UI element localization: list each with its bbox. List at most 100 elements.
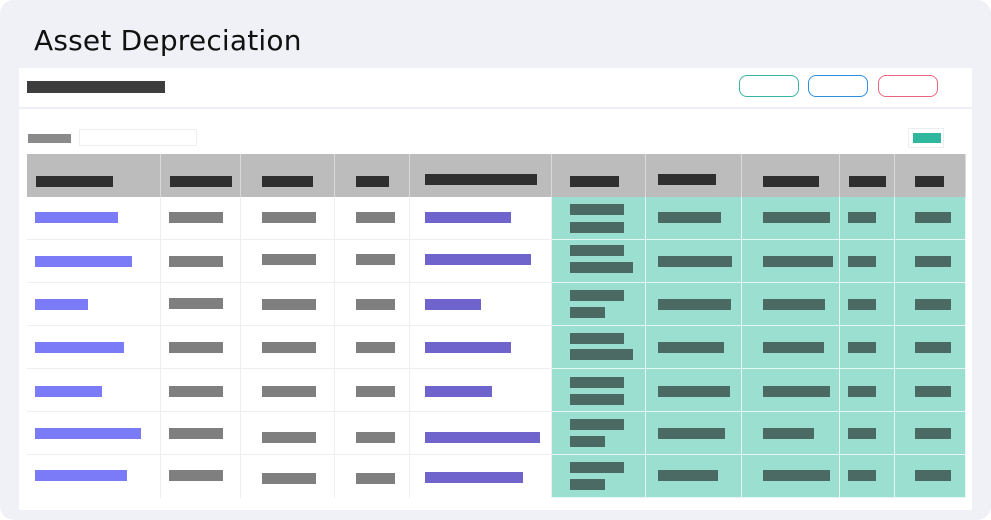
highlight-cell bbox=[645, 368, 742, 412]
table-cell bbox=[240, 368, 335, 412]
column-header[interactable] bbox=[645, 154, 742, 197]
highlight-cell bbox=[645, 454, 742, 498]
red-outline-button[interactable] bbox=[878, 75, 938, 97]
highlight-cell bbox=[839, 197, 895, 240]
table-cell bbox=[160, 368, 241, 412]
highlight-cell bbox=[894, 239, 966, 283]
table-row bbox=[27, 325, 966, 369]
highlight-cell bbox=[741, 282, 840, 326]
table-cell bbox=[160, 325, 241, 369]
highlight-cell bbox=[894, 411, 966, 455]
table-cell bbox=[240, 282, 335, 326]
column-header[interactable] bbox=[27, 154, 161, 197]
asset-link-cell[interactable] bbox=[27, 239, 161, 283]
highlight-cell bbox=[551, 368, 646, 412]
table-cell bbox=[240, 411, 335, 455]
highlight-cell bbox=[741, 239, 840, 283]
search-input[interactable] bbox=[79, 129, 197, 146]
highlight-cell bbox=[551, 411, 646, 455]
highlight-cell bbox=[741, 454, 840, 498]
highlight-cell bbox=[839, 368, 895, 412]
column-header[interactable] bbox=[409, 154, 552, 197]
table-cell bbox=[240, 239, 335, 283]
highlight-cell bbox=[551, 325, 646, 369]
panel-heading-placeholder bbox=[27, 81, 165, 93]
table-row bbox=[27, 454, 966, 498]
highlight-cell bbox=[551, 239, 646, 283]
teal-outline-button[interactable] bbox=[739, 75, 799, 97]
asset-link-cell[interactable] bbox=[27, 325, 161, 369]
highlight-cell bbox=[894, 368, 966, 412]
asset-link-cell[interactable] bbox=[27, 454, 161, 498]
table-cell bbox=[160, 411, 241, 455]
table-cell bbox=[334, 411, 410, 455]
table-cell bbox=[334, 368, 410, 412]
secondary-link-cell[interactable] bbox=[409, 325, 552, 369]
highlight-cell bbox=[551, 197, 646, 240]
asset-link-cell[interactable] bbox=[27, 411, 161, 455]
secondary-link-cell[interactable] bbox=[409, 239, 552, 283]
asset-link-cell[interactable] bbox=[27, 282, 161, 326]
secondary-link-cell[interactable] bbox=[409, 282, 552, 326]
highlight-cell bbox=[645, 282, 742, 326]
table-row bbox=[27, 239, 966, 283]
search-label-placeholder bbox=[28, 134, 71, 143]
add-button[interactable] bbox=[908, 128, 944, 148]
add-button-fill bbox=[913, 133, 941, 143]
table-cell bbox=[160, 239, 241, 283]
highlight-cell bbox=[894, 454, 966, 498]
table-cell bbox=[240, 454, 335, 498]
table-cell bbox=[334, 454, 410, 498]
table-row bbox=[27, 197, 966, 240]
table-row bbox=[27, 411, 966, 455]
content-panel bbox=[19, 68, 972, 510]
highlight-cell bbox=[741, 411, 840, 455]
secondary-link-cell[interactable] bbox=[409, 454, 552, 498]
highlight-cell bbox=[894, 325, 966, 369]
column-header[interactable] bbox=[334, 154, 410, 197]
table-cell bbox=[334, 197, 410, 240]
table-cell bbox=[334, 239, 410, 283]
table-cell bbox=[334, 282, 410, 326]
table-cell bbox=[160, 282, 241, 326]
highlight-cell bbox=[839, 282, 895, 326]
highlight-cell bbox=[894, 282, 966, 326]
highlight-cell bbox=[645, 325, 742, 369]
table-cell bbox=[160, 454, 241, 498]
highlight-cell bbox=[741, 368, 840, 412]
column-header[interactable] bbox=[160, 154, 241, 197]
asset-link-cell[interactable] bbox=[27, 368, 161, 412]
secondary-link-cell[interactable] bbox=[409, 197, 552, 240]
secondary-link-cell[interactable] bbox=[409, 368, 552, 412]
column-header[interactable] bbox=[741, 154, 840, 197]
highlight-cell bbox=[741, 325, 840, 369]
table-cell bbox=[160, 197, 241, 240]
table-cell bbox=[334, 325, 410, 369]
secondary-link-cell[interactable] bbox=[409, 411, 552, 455]
table-header-row bbox=[27, 154, 966, 197]
asset-link-cell[interactable] bbox=[27, 197, 161, 240]
highlight-cell bbox=[645, 239, 742, 283]
panel-header bbox=[19, 68, 972, 109]
highlight-cell bbox=[839, 454, 895, 498]
asset-table bbox=[27, 154, 966, 498]
column-header[interactable] bbox=[551, 154, 646, 197]
table-row bbox=[27, 282, 966, 326]
highlight-cell bbox=[839, 411, 895, 455]
highlight-cell bbox=[839, 239, 895, 283]
highlight-cell bbox=[741, 197, 840, 240]
blue-outline-button[interactable] bbox=[808, 75, 868, 97]
column-header[interactable] bbox=[240, 154, 335, 197]
app-frame: Asset Depreciation bbox=[0, 0, 991, 520]
highlight-cell bbox=[839, 325, 895, 369]
highlight-cell bbox=[645, 411, 742, 455]
column-header[interactable] bbox=[839, 154, 895, 197]
highlight-cell bbox=[894, 197, 966, 240]
highlight-cell bbox=[551, 454, 646, 498]
highlight-cell bbox=[551, 282, 646, 326]
page-title: Asset Depreciation bbox=[34, 24, 302, 57]
column-header[interactable] bbox=[894, 154, 966, 197]
table-cell bbox=[240, 325, 335, 369]
table-row bbox=[27, 368, 966, 412]
table-cell bbox=[240, 197, 335, 240]
